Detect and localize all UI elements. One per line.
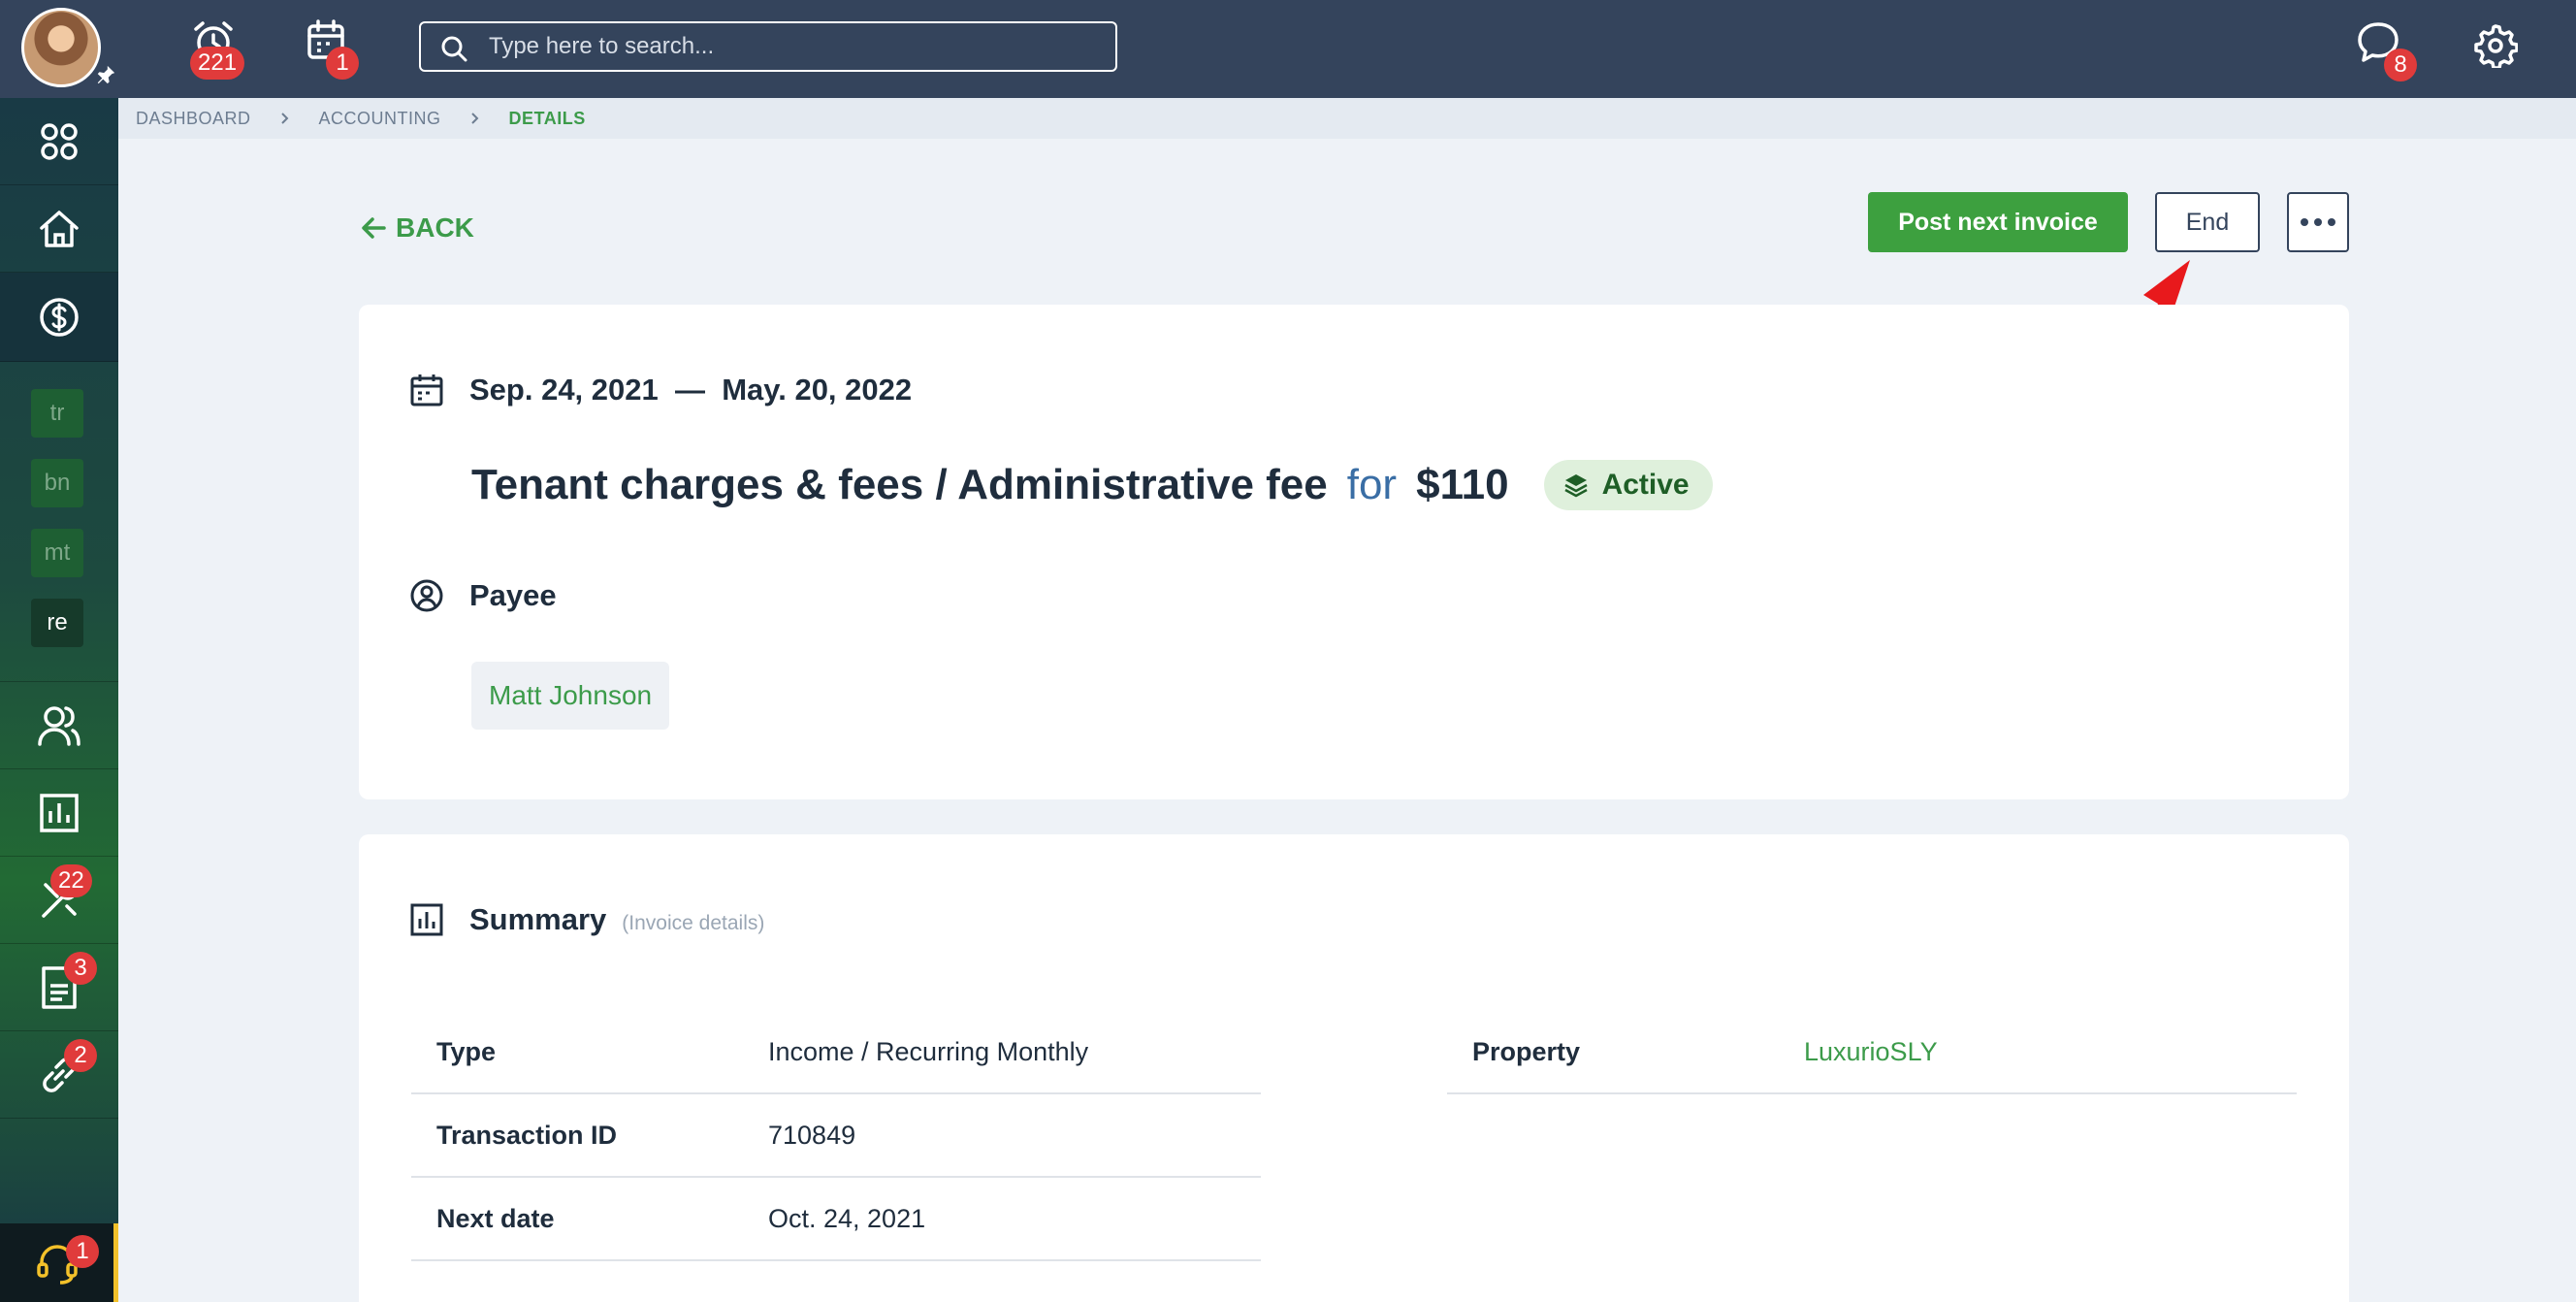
chevron-right-icon	[470, 113, 478, 124]
summary-subtitle: (Invoice details)	[622, 912, 765, 934]
sidebar-item-mt[interactable]: mt	[31, 529, 83, 577]
status-label: Active	[1601, 469, 1690, 501]
documents-badge: 3	[64, 952, 97, 985]
summary-table-right: Property LuxurioSLY	[1447, 1011, 2297, 1094]
alarm-button[interactable]: 221	[190, 17, 248, 80]
calendar-button[interactable]: 1	[305, 17, 363, 80]
sidebar-item-home[interactable]	[0, 185, 118, 273]
table-row: Transaction ID 710849	[411, 1094, 1261, 1178]
more-dots-icon	[2301, 218, 2335, 226]
sidebar-item-re[interactable]: re	[31, 599, 83, 647]
search-icon	[441, 36, 467, 62]
sidebar-item-tr[interactable]: tr	[31, 389, 83, 438]
settings-gear-icon[interactable]	[2473, 23, 2518, 68]
sidebar-item-links[interactable]: 2	[0, 1031, 118, 1119]
calendar-icon	[410, 374, 443, 407]
sidebar-item-reports[interactable]	[0, 769, 118, 857]
row-value: Income / Recurring Monthly	[768, 1036, 1089, 1066]
start-date: Sep. 24, 2021	[469, 373, 659, 407]
sidebar-item-apps[interactable]	[0, 98, 118, 185]
breadcrumb: DASHBOARD ACCOUNTING DETAILS	[118, 98, 2576, 139]
bar-chart-icon	[410, 903, 443, 936]
more-options-button[interactable]	[2287, 192, 2349, 252]
bar-chart-icon	[40, 793, 79, 832]
payee-name-link[interactable]: Matt Johnson	[471, 662, 670, 730]
support-badge: 1	[66, 1235, 99, 1268]
breadcrumb-accounting[interactable]: ACCOUNTING	[319, 109, 441, 129]
row-key: Transaction ID	[436, 1120, 618, 1150]
user-circle-icon	[410, 579, 443, 612]
links-badge: 2	[64, 1039, 97, 1072]
date-range: Sep. 24, 2021 — May. 20, 2022	[409, 373, 912, 407]
sidebar-item-people[interactable]	[0, 682, 118, 769]
transaction-for-word: for	[1346, 461, 1398, 508]
support-button[interactable]: 1	[0, 1223, 118, 1302]
table-row: Type Income / Recurring Monthly	[411, 1011, 1261, 1094]
tools-badge: 22	[50, 864, 92, 897]
pin-icon	[97, 65, 115, 84]
transaction-amount: $110	[1416, 461, 1509, 508]
chat-button[interactable]: 8	[2355, 19, 2417, 81]
row-value: Oct. 24, 2021	[768, 1203, 926, 1233]
chat-badge: 8	[2384, 49, 2417, 81]
table-row: Property LuxurioSLY	[1447, 1011, 2297, 1094]
payee-label: Payee	[469, 578, 557, 612]
layers-icon	[1563, 474, 1588, 498]
table-row: Next date Oct. 24, 2021	[411, 1178, 1261, 1261]
breadcrumb-dashboard[interactable]: DASHBOARD	[136, 109, 251, 129]
sidebar-item-maintenance[interactable]: 22	[0, 857, 118, 944]
date-separator: —	[674, 373, 705, 407]
breadcrumb-details: DETAILS	[508, 108, 586, 128]
sidebar-short-items: tr bn mt re	[0, 362, 118, 682]
user-avatar[interactable]	[21, 8, 101, 87]
users-icon	[38, 705, 80, 746]
dollar-circle-icon	[40, 297, 79, 337]
summary-heading: Summary (Invoice details)	[409, 902, 764, 937]
payee-heading: Payee	[409, 578, 557, 613]
search-bar[interactable]	[419, 21, 1117, 72]
arrow-left-icon	[362, 217, 386, 239]
status-badge: Active	[1543, 460, 1713, 510]
summary-table-left: Type Income / Recurring Monthly Transact…	[411, 1011, 1261, 1261]
property-link[interactable]: LuxurioSLY	[1804, 1037, 1938, 1067]
apps-grid-icon	[41, 122, 78, 160]
transaction-title-row: Tenant charges & fees / Administrative f…	[471, 460, 1713, 510]
search-input[interactable]	[489, 31, 1100, 62]
summary-title: Summary	[469, 902, 607, 936]
calendar-badge: 1	[326, 47, 359, 80]
back-button[interactable]: BACK	[361, 209, 474, 247]
row-value: 710849	[768, 1120, 856, 1150]
end-date: May. 20, 2022	[722, 373, 913, 407]
row-key: Next date	[436, 1203, 555, 1233]
summary-card: Summary (Invoice details) Type Income / …	[359, 834, 2349, 1302]
alarm-badge: 221	[190, 47, 245, 80]
sidebar-item-documents[interactable]: 3	[0, 944, 118, 1031]
top-bar: 221 1 8	[0, 0, 2576, 98]
sidebar: tr bn mt re 22 3 2 1	[0, 98, 118, 1302]
row-key: Type	[436, 1036, 497, 1066]
sidebar-item-accounting[interactable]	[0, 273, 118, 362]
row-key: Property	[1472, 1036, 1581, 1066]
transaction-title: Tenant charges & fees / Administrative f…	[471, 461, 1328, 508]
transaction-card: Sep. 24, 2021 — May. 20, 2022 Tenant cha…	[359, 305, 2349, 799]
home-icon	[40, 210, 79, 247]
back-label: BACK	[396, 212, 474, 243]
sidebar-item-bn[interactable]: bn	[31, 459, 83, 507]
chevron-right-icon	[280, 113, 288, 124]
